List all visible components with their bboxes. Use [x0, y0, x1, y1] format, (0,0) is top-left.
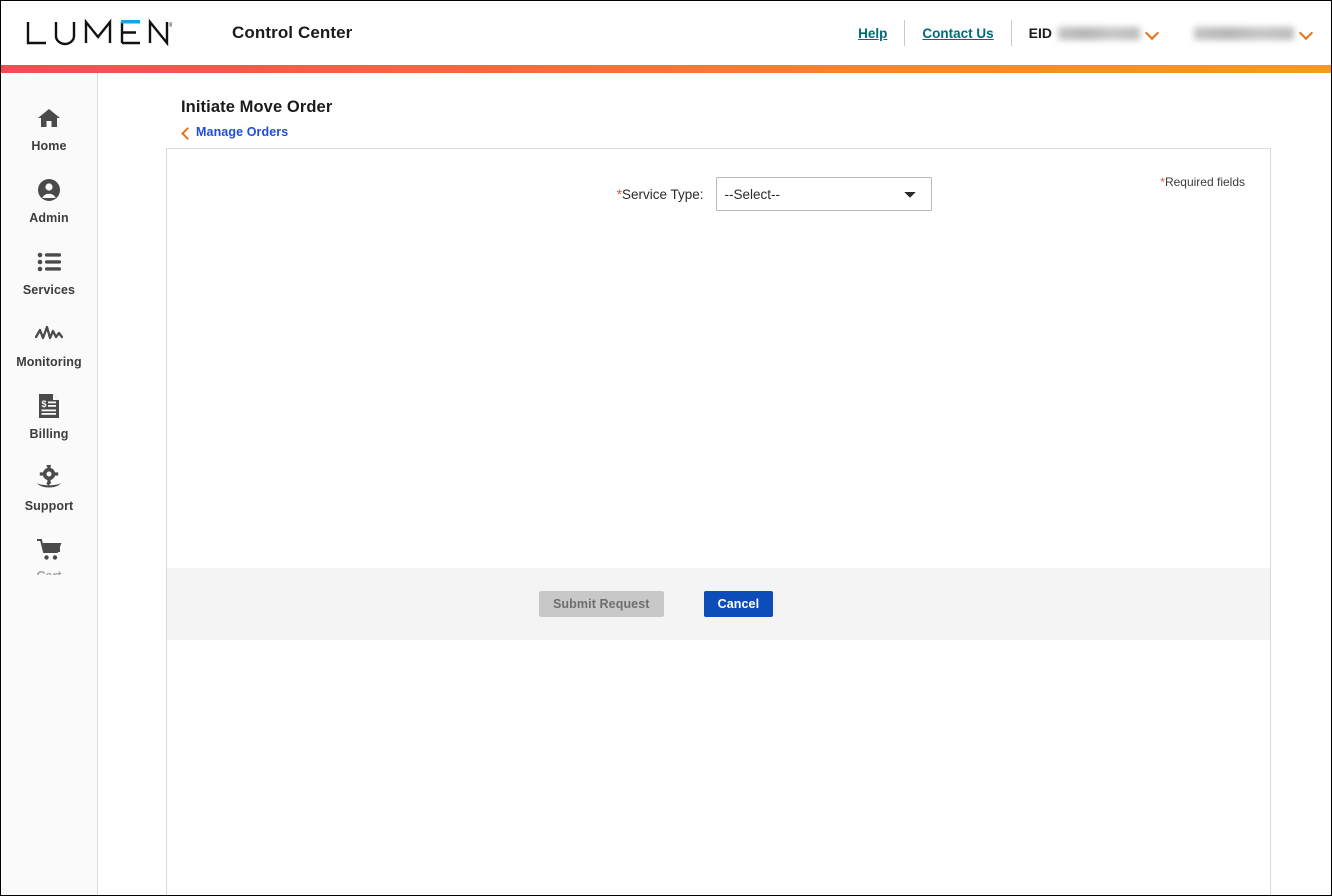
list-icon — [37, 247, 62, 277]
page-title: Initiate Move Order — [181, 98, 333, 116]
home-icon — [37, 103, 61, 133]
breadcrumb-link-manage-orders: Manage Orders — [196, 125, 289, 139]
sidebar-item-home[interactable]: Home — [1, 103, 97, 175]
submit-request-button[interactable]: Submit Request — [539, 591, 664, 617]
accent-gradient-bar — [1, 65, 1331, 73]
service-type-label-text: Service Type: — [621, 186, 704, 202]
form-action-bar: Submit Request Cancel — [167, 568, 1270, 640]
sidebar-label-admin: Admin — [29, 211, 69, 225]
header-divider-1 — [904, 20, 906, 46]
chevron-down-icon — [1300, 27, 1313, 40]
lumen-logo-mark: ® — [26, 18, 172, 47]
main-content: Initiate Move Order Manage Orders *Requi… — [99, 73, 1331, 895]
page-header: Initiate Move Order Manage Orders — [166, 73, 1271, 149]
sidebar-item-services[interactable]: Services — [1, 247, 97, 319]
shopping-cart-icon — [36, 535, 62, 565]
sidebar-item-admin[interactable]: Admin — [1, 175, 97, 247]
header-divider-2 — [1010, 20, 1012, 46]
eid-label: EID — [1028, 25, 1052, 41]
service-type-label: *Service Type: — [506, 187, 716, 202]
top-header: ® Control Center Help Contact Us EID — [1, 1, 1331, 65]
user-circle-icon — [37, 175, 61, 205]
application-window: ® Control Center Help Contact Us EID — [0, 0, 1332, 896]
svg-text:®: ® — [169, 22, 172, 29]
contact-us-link[interactable]: Contact Us — [922, 26, 993, 41]
sidebar-item-cart[interactable]: Cart — [1, 535, 97, 607]
breadcrumb[interactable]: Manage Orders — [181, 125, 1271, 139]
eid-value-masked — [1058, 26, 1140, 40]
chevron-down-icon — [1146, 27, 1159, 40]
service-type-field-row: *Service Type: --Select-- — [167, 177, 1270, 211]
form-panel: *Required fields *Service Type: --Select… — [166, 149, 1271, 895]
sidebar-item-support[interactable]: Support — [1, 463, 97, 535]
eid-dropdown[interactable]: EID — [1029, 25, 1159, 41]
app-title: Control Center — [232, 23, 353, 42]
gear-hand-icon — [35, 463, 63, 493]
lumen-logo[interactable]: ® — [24, 18, 172, 48]
sidebar-item-billing[interactable]: $ Billing — [1, 391, 97, 463]
activity-icon — [35, 319, 63, 349]
header-actions: Help Contact Us EID — [858, 15, 1313, 51]
service-type-control: --Select-- — [715, 177, 932, 211]
account-dropdown[interactable] — [1194, 26, 1313, 40]
service-type-select[interactable]: --Select-- — [715, 177, 932, 211]
sidebar-label-services: Services — [22, 283, 76, 297]
sidebar-label-cart: Cart — [36, 569, 61, 575]
chevron-left-icon — [181, 127, 190, 138]
invoice-icon: $ — [38, 391, 60, 421]
sidebar-label-home: Home — [31, 139, 67, 153]
form-body: *Required fields *Service Type: --Select… — [167, 149, 1270, 568]
account-value-masked — [1194, 26, 1294, 40]
sidebar-item-monitoring[interactable]: Monitoring — [1, 319, 97, 391]
help-link[interactable]: Help — [858, 26, 887, 41]
sidebar-label-monitoring: Monitoring — [16, 355, 82, 369]
cancel-button[interactable]: Cancel — [703, 591, 774, 617]
svg-text:$: $ — [42, 399, 47, 409]
sidebar-label-support: Support — [24, 499, 74, 513]
sidebar-label-billing: Billing — [29, 427, 69, 441]
main-sidebar: Home Admin Services Monitoring $ Billing… — [1, 73, 98, 895]
